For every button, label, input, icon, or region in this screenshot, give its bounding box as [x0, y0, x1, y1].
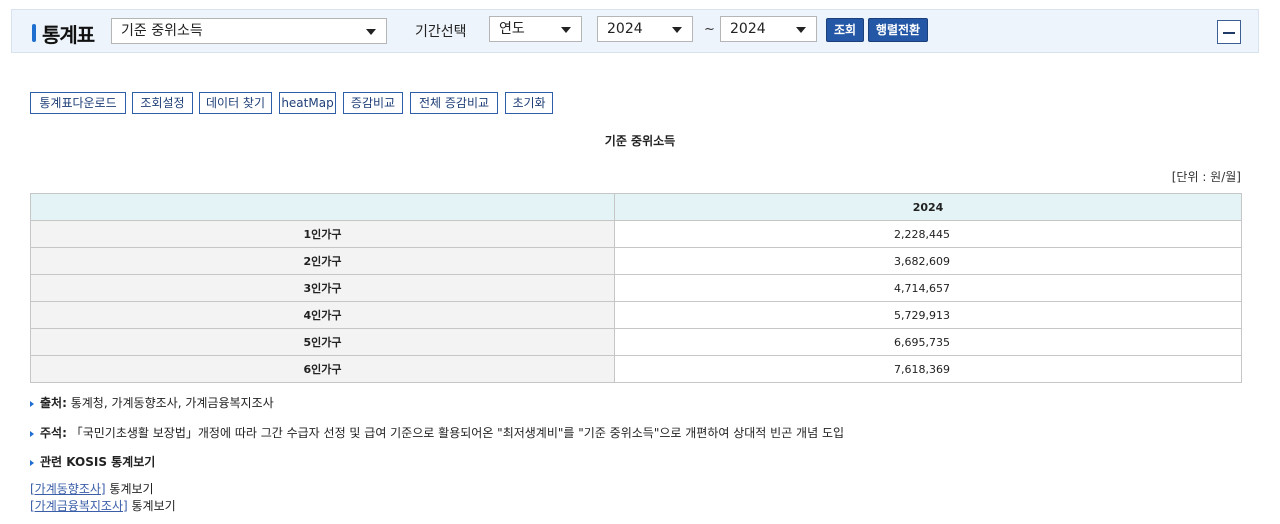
end-year-select[interactable]: 2024: [720, 16, 817, 42]
compare-button[interactable]: 증감비교: [343, 92, 403, 114]
source-note: 출처: 통계청, 가계동향조사, 가계금융복지조사: [30, 394, 274, 411]
search-button[interactable]: 조회: [826, 18, 864, 42]
chevron-down-icon: [796, 27, 806, 33]
column-header-2024[interactable]: 2024: [614, 193, 1242, 221]
unit-label: [단위 : 원/월]: [1171, 170, 1241, 184]
range-separator: ~: [704, 22, 715, 37]
source-text: 통계청, 가계동향조사, 가계금융복지조사: [66, 396, 274, 410]
period-type-select[interactable]: 연도: [489, 16, 582, 42]
row-header[interactable]: 6인가구: [30, 355, 615, 383]
collapse-button[interactable]: [1217, 20, 1241, 44]
table-row: 6인가구 7,618,369: [30, 355, 1242, 383]
start-year-select[interactable]: 2024: [597, 16, 693, 42]
row-header[interactable]: 4인가구: [30, 301, 615, 329]
related-label: 관련 KOSIS 통계보기: [40, 455, 156, 469]
comment-label: 주석:: [40, 426, 67, 440]
reset-button[interactable]: 초기화: [505, 92, 553, 114]
data-cell[interactable]: 6,695,735: [614, 328, 1242, 356]
table-row: 2인가구 3,682,609: [30, 247, 1242, 275]
data-cell[interactable]: 2,228,445: [614, 220, 1242, 248]
filter-bar: 통계표 기준 중위소득 기간선택 연도 2024 ~ 2024 조회 행렬전환: [11, 9, 1259, 53]
row-header[interactable]: 3인가구: [30, 274, 615, 302]
chevron-down-icon: [672, 27, 682, 33]
row-header[interactable]: 2인가구: [30, 247, 615, 275]
comment-note: 주석: 「국민기초생활 보장법」개정에 따라 그간 수급자 선정 및 급여 기준…: [30, 424, 844, 441]
bullet-triangle-icon: [30, 430, 34, 437]
data-cell[interactable]: 4,714,657: [614, 274, 1242, 302]
period-label: 기간선택: [415, 24, 467, 40]
table-select[interactable]: 기준 중위소득: [111, 18, 387, 44]
minus-icon: [1223, 32, 1235, 34]
title-accent-bar: [32, 24, 36, 42]
table-row: 1인가구 2,228,445: [30, 220, 1242, 248]
table-row: 5인가구 6,695,735: [30, 328, 1242, 356]
end-year-value: 2024: [730, 21, 766, 37]
row-header[interactable]: 5인가구: [30, 328, 615, 356]
chevron-down-icon: [561, 27, 571, 33]
table-row: 4인가구 5,729,913: [30, 301, 1242, 329]
household-survey-link[interactable]: [가계동향조사]: [30, 482, 106, 496]
related-link-row: [가계금융복지조사] 통계보기: [30, 497, 176, 514]
table-select-value: 기준 중위소득: [121, 23, 203, 39]
page-title: 통계표: [42, 23, 95, 47]
compare-all-button[interactable]: 전체 증감비교: [410, 92, 498, 114]
related-link-row: [가계동향조사] 통계보기: [30, 480, 154, 497]
data-cell[interactable]: 7,618,369: [614, 355, 1242, 383]
table-row: 3인가구 4,714,657: [30, 274, 1242, 302]
find-data-button[interactable]: 데이터 찾기: [199, 92, 272, 114]
bullet-triangle-icon: [30, 400, 34, 407]
link-suffix: 통계보기: [105, 482, 154, 496]
period-type-value: 연도: [499, 21, 525, 37]
start-year-value: 2024: [607, 21, 643, 37]
heatmap-button[interactable]: heatMap: [279, 92, 336, 114]
data-cell[interactable]: 5,729,913: [614, 301, 1242, 329]
corner-header-cell: [30, 193, 615, 221]
finance-welfare-survey-link[interactable]: [가계금융복지조사]: [30, 499, 128, 513]
download-button[interactable]: 통계표다운로드: [30, 92, 126, 114]
row-header[interactable]: 1인가구: [30, 220, 615, 248]
settings-button[interactable]: 조회설정: [132, 92, 193, 114]
transpose-button[interactable]: 행렬전환: [868, 18, 928, 42]
data-cell[interactable]: 3,682,609: [614, 247, 1242, 275]
link-suffix: 통계보기: [127, 499, 176, 513]
related-stats-heading: 관련 KOSIS 통계보기: [30, 453, 155, 470]
table-title: 기준 중위소득: [604, 134, 676, 148]
table-header-row: 2024: [30, 193, 1242, 221]
bullet-triangle-icon: [30, 459, 34, 466]
source-label: 출처:: [40, 396, 67, 410]
chevron-down-icon: [366, 29, 376, 35]
comment-text: 「국민기초생활 보장법」개정에 따라 그간 수급자 선정 및 급여 기준으로 활…: [66, 426, 845, 440]
data-table: 2024 1인가구 2,228,445 2인가구 3,682,609 3인가구 …: [30, 193, 1242, 383]
